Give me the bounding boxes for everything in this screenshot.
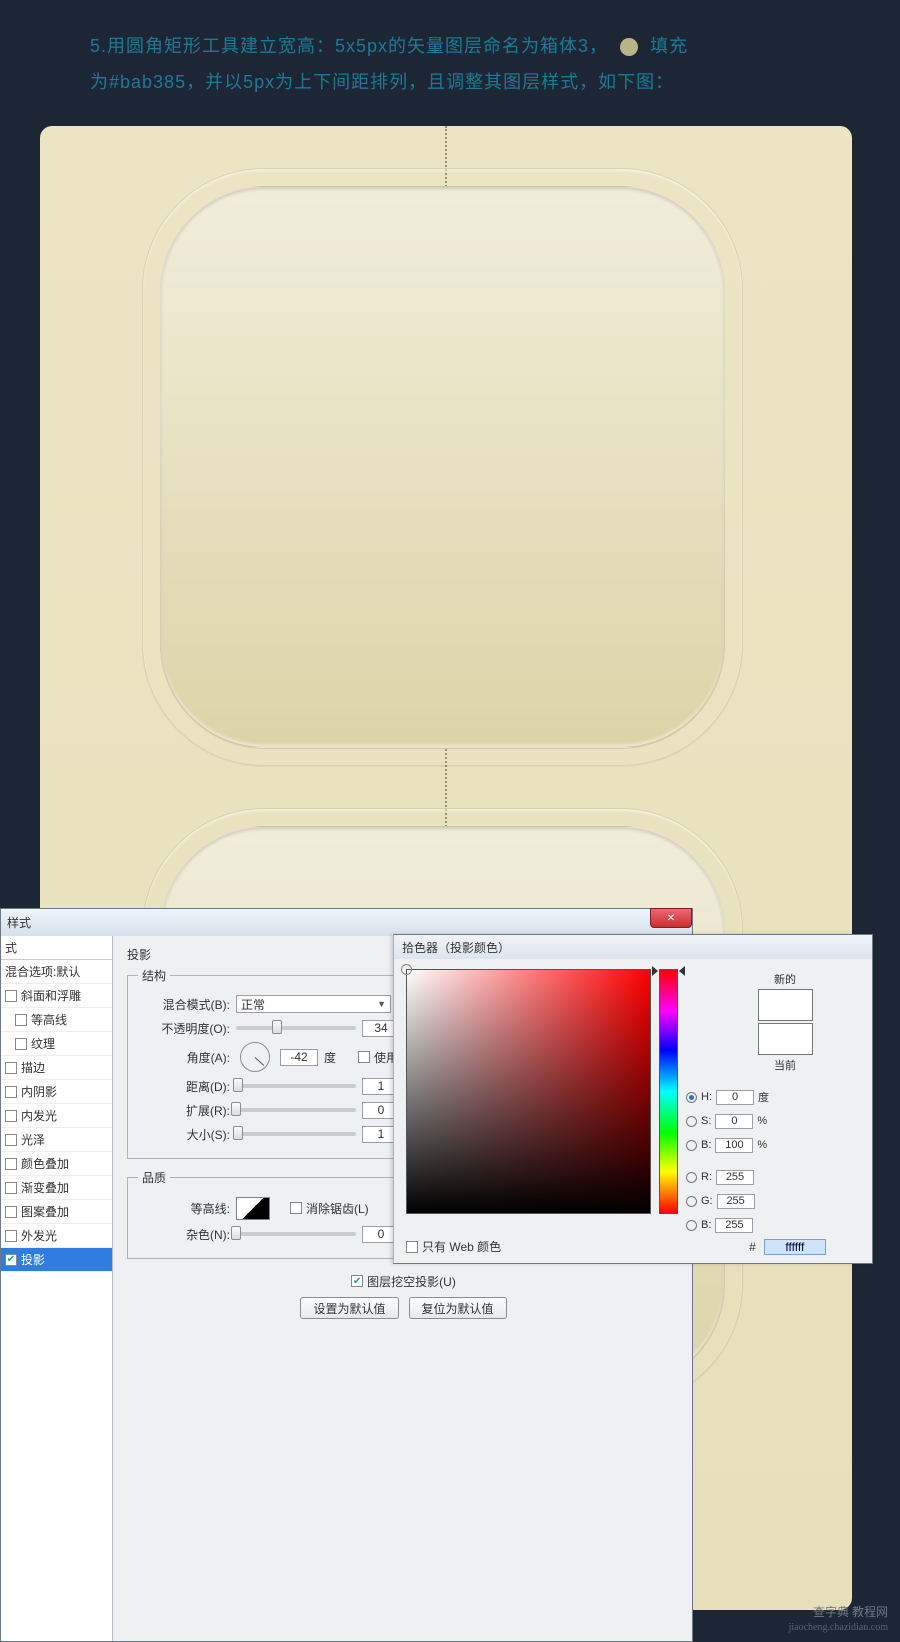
hex-label: # xyxy=(749,1240,756,1254)
sb-inner-shadow[interactable]: 内阴影 xyxy=(1,1080,112,1104)
checkbox-icon[interactable] xyxy=(5,1206,17,1218)
checkbox-icon[interactable] xyxy=(15,1038,27,1050)
step-text-c: 为#bab385，并以5px为上下间距排列，且调整其图层样式，如下图： xyxy=(90,72,674,92)
checkbox-icon[interactable] xyxy=(5,990,17,1002)
watermark-brand: 查字典 教程网 xyxy=(789,1605,888,1621)
color-picker-titlebar[interactable]: 拾色器（投影颜色） xyxy=(394,935,872,959)
sb-bevel[interactable]: 斜面和浮雕 xyxy=(1,984,112,1008)
effects-sidebar: 式 混合选项:默认 斜面和浮雕 等高线 纹理 描边 内阴影 内发光 光泽 颜色叠… xyxy=(1,936,113,1641)
sb-texture[interactable]: 纹理 xyxy=(1,1032,112,1056)
opacity-slider[interactable] xyxy=(236,1026,356,1030)
hue-pointer-left xyxy=(652,966,658,976)
checkbox-icon[interactable]: ✔ xyxy=(5,1254,17,1266)
checkbox-icon[interactable] xyxy=(5,1158,17,1170)
current-color-label: 当前 xyxy=(706,1057,864,1073)
checkbox-icon[interactable] xyxy=(5,1230,17,1242)
radio-r[interactable] xyxy=(686,1172,697,1183)
sidebar-header: 式 xyxy=(1,936,112,960)
sb-contour[interactable]: 等高线 xyxy=(1,1008,112,1032)
set-default-button[interactable]: 设置为默认值 xyxy=(300,1297,398,1319)
distance-slider[interactable] xyxy=(236,1084,356,1088)
g-input[interactable]: 255 xyxy=(717,1194,755,1209)
color-picker-title: 拾色器（投影颜色） xyxy=(402,939,510,956)
checkbox-icon[interactable] xyxy=(5,1110,17,1122)
radio-bb[interactable] xyxy=(686,1220,697,1231)
blend-mode-select[interactable]: 正常 ▼ xyxy=(236,995,391,1013)
tutorial-step-text: 5.用圆角矩形工具建立宽高：5x5px的矢量图层命名为箱体3， 填充 为#bab… xyxy=(0,0,900,110)
step-text-a: 5.用圆角矩形工具建立宽高：5x5px的矢量图层命名为箱体3， xyxy=(90,36,608,56)
sb-blending-options[interactable]: 混合选项:默认 xyxy=(1,960,112,984)
hue-slider[interactable] xyxy=(659,969,678,1214)
chevron-down-icon: ▼ xyxy=(377,999,386,1009)
watermark-url: jiaocheng.chazidian.com xyxy=(789,1621,888,1634)
radio-h[interactable] xyxy=(686,1092,697,1103)
radio-g[interactable] xyxy=(686,1196,697,1207)
bb-input[interactable]: 255 xyxy=(715,1218,753,1233)
size-label: 大小(S): xyxy=(138,1126,230,1143)
checkbox-icon[interactable] xyxy=(5,1182,17,1194)
new-color-label: 新的 xyxy=(706,971,864,987)
radio-b[interactable] xyxy=(686,1140,697,1151)
checkbox-icon xyxy=(358,1051,370,1063)
color-field-cursor xyxy=(401,964,412,975)
checkbox-icon xyxy=(406,1241,418,1253)
reset-default-button[interactable]: 复位为默认值 xyxy=(409,1297,507,1319)
color-field[interactable] xyxy=(406,969,651,1214)
sb-color-overlay[interactable]: 颜色叠加 xyxy=(1,1152,112,1176)
angle-dial[interactable] xyxy=(240,1042,270,1072)
checkbox-icon[interactable] xyxy=(15,1014,27,1026)
r-input[interactable]: 255 xyxy=(716,1170,754,1185)
sb-stroke[interactable]: 描边 xyxy=(1,1056,112,1080)
hex-input[interactable]: ffffff xyxy=(764,1239,826,1255)
radio-s[interactable] xyxy=(686,1116,697,1127)
checkbox-icon[interactable] xyxy=(5,1086,17,1098)
structure-legend: 结构 xyxy=(138,967,170,984)
size-slider[interactable] xyxy=(236,1132,356,1136)
sb-satin[interactable]: 光泽 xyxy=(1,1128,112,1152)
watermark: 查字典 教程网 jiaocheng.chazidian.com xyxy=(789,1605,888,1634)
sb-pattern-overlay[interactable]: 图案叠加 xyxy=(1,1200,112,1224)
sb-inner-glow[interactable]: 内发光 xyxy=(1,1104,112,1128)
rounded-rect-preview-1 xyxy=(160,186,725,748)
contour-picker[interactable] xyxy=(236,1197,270,1220)
opacity-label: 不透明度(O): xyxy=(138,1020,230,1037)
quality-legend: 品质 xyxy=(138,1169,170,1186)
current-color-swatch xyxy=(758,1023,813,1055)
layer-style-titlebar[interactable]: 样式 ✕ xyxy=(1,909,692,936)
checkbox-icon xyxy=(290,1202,302,1214)
blend-mode-value: 正常 xyxy=(241,996,265,1013)
noise-slider[interactable] xyxy=(236,1232,356,1236)
checkbox-icon: ✔ xyxy=(351,1275,363,1287)
color-picker-dialog: 拾色器（投影颜色） 新的 当前 H:0度 S:0% B:100% R:255 G… xyxy=(393,934,873,1264)
hue-pointer-right xyxy=(679,966,685,976)
sb-gradient-overlay[interactable]: 渐变叠加 xyxy=(1,1176,112,1200)
contour-label: 等高线: xyxy=(138,1200,230,1217)
spread-label: 扩展(R): xyxy=(138,1102,230,1119)
knockout-checkbox[interactable]: ✔ 图层挖空投影(U) xyxy=(351,1273,456,1290)
layer-style-title: 样式 xyxy=(7,914,31,931)
close-icon: ✕ xyxy=(667,913,675,924)
angle-input[interactable]: -42 xyxy=(280,1049,318,1066)
sb-outer-glow[interactable]: 外发光 xyxy=(1,1224,112,1248)
step-text-b: 填充 xyxy=(650,36,688,56)
checkbox-icon[interactable] xyxy=(5,1062,17,1074)
angle-unit: 度 xyxy=(324,1049,352,1066)
noise-label: 杂色(N): xyxy=(138,1226,230,1243)
b-input[interactable]: 100 xyxy=(715,1138,753,1153)
color-swatch-dot xyxy=(620,38,638,56)
h-input[interactable]: 0 xyxy=(716,1090,754,1105)
close-button[interactable]: ✕ xyxy=(650,908,692,928)
sb-drop-shadow[interactable]: ✔投影 xyxy=(1,1248,112,1272)
checkbox-icon[interactable] xyxy=(5,1134,17,1146)
blend-mode-label: 混合模式(B): xyxy=(138,996,230,1013)
spread-slider[interactable] xyxy=(236,1108,356,1112)
angle-label: 角度(A): xyxy=(138,1049,230,1066)
distance-label: 距离(D): xyxy=(138,1078,230,1095)
antialias-checkbox[interactable]: 消除锯齿(L) xyxy=(290,1200,369,1217)
s-input[interactable]: 0 xyxy=(715,1114,753,1129)
web-only-checkbox[interactable]: 只有 Web 颜色 xyxy=(406,1238,501,1255)
color-values-panel: 新的 当前 H:0度 S:0% B:100% R:255 G:255 B:255 xyxy=(686,969,864,1235)
new-color-swatch xyxy=(758,989,813,1021)
